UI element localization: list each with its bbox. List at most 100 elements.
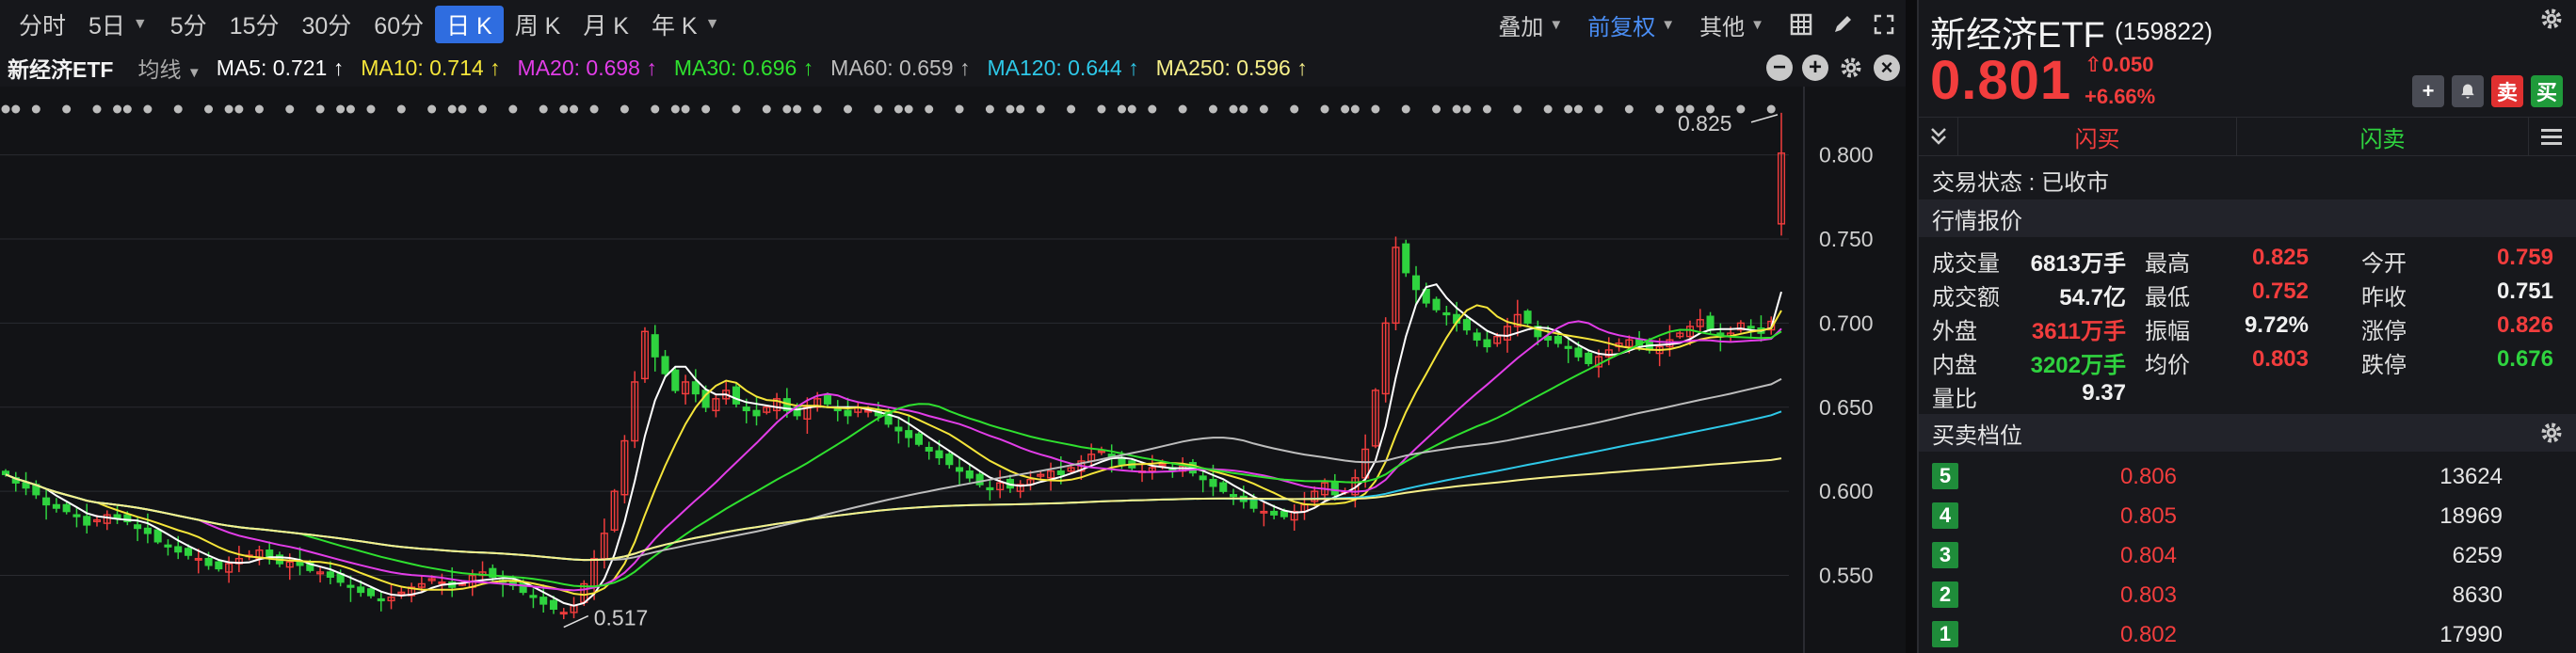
candle-body bbox=[965, 470, 974, 479]
settings-gear-icon[interactable] bbox=[1838, 55, 1864, 81]
chart-controls: − + × bbox=[1766, 49, 1900, 87]
add-watchlist-button[interactable]: + bbox=[2412, 75, 2444, 107]
orderbook-row[interactable]: 4 0.805 18969 bbox=[1919, 495, 2576, 534]
adjust-dropdown[interactable]: 前复权 ▼ bbox=[1578, 8, 1684, 41]
period-tab[interactable]: 30分 bbox=[290, 6, 362, 43]
panel-splitter[interactable] bbox=[1906, 0, 1917, 653]
event-dot bbox=[143, 104, 153, 114]
candle-body bbox=[945, 454, 954, 466]
event-dot bbox=[234, 104, 244, 114]
period-tab[interactable]: 60分 bbox=[362, 6, 435, 43]
candle-body bbox=[326, 571, 334, 579]
period-tab[interactable]: 5日 ▼ bbox=[77, 6, 159, 43]
event-dot bbox=[782, 104, 792, 114]
zoom-in-icon[interactable]: + bbox=[1802, 55, 1828, 81]
event-dot bbox=[254, 104, 264, 114]
overlay-dropdown[interactable]: 叠加 ▼ bbox=[1489, 8, 1572, 41]
period-tab-label: 年 K bbox=[651, 13, 698, 40]
zoom-out-icon[interactable]: − bbox=[1766, 55, 1793, 81]
y-tick-label: 0.750 bbox=[1819, 227, 1874, 251]
event-dot bbox=[904, 104, 913, 114]
orderbook-row[interactable]: 5 0.806 13624 bbox=[1919, 455, 2576, 495]
ma-line-5 bbox=[5, 283, 1782, 607]
event-dot bbox=[1320, 104, 1329, 114]
candle-body bbox=[905, 430, 913, 438]
event-dot bbox=[478, 104, 488, 114]
orderbook-row[interactable]: 3 0.804 6259 bbox=[1919, 534, 2576, 574]
menu-icon[interactable] bbox=[2529, 118, 2574, 155]
flash-buy-button[interactable]: 闪买 bbox=[1958, 118, 2237, 155]
period-tab[interactable]: 日 K bbox=[435, 6, 504, 43]
event-dot bbox=[570, 104, 579, 114]
period-tab[interactable]: 15分 bbox=[218, 6, 291, 43]
ma-line-60 bbox=[5, 377, 1782, 562]
quote-label: 均价 bbox=[2145, 353, 2190, 378]
event-dot bbox=[1573, 104, 1583, 114]
event-dot bbox=[1148, 104, 1157, 114]
event-dot bbox=[559, 104, 569, 114]
settings-gear-icon[interactable] bbox=[2538, 420, 2565, 446]
alert-bell-icon[interactable] bbox=[2452, 75, 2484, 107]
period-tab[interactable]: 5分 bbox=[159, 6, 218, 43]
candle-body bbox=[1483, 339, 1491, 348]
candle-body bbox=[1554, 335, 1562, 344]
candle-body bbox=[1199, 475, 1207, 481]
quote-value: 9.37 bbox=[2082, 380, 2126, 406]
ma-value: MA250: 0.596 ↑ bbox=[1155, 55, 1308, 80]
close-icon[interactable]: × bbox=[1874, 55, 1900, 81]
event-dot bbox=[539, 104, 548, 114]
candle-body bbox=[357, 586, 365, 594]
candle-body bbox=[1330, 482, 1339, 496]
period-tab[interactable]: 月 K bbox=[572, 6, 640, 43]
flash-sell-button[interactable]: 闪卖 bbox=[2237, 118, 2529, 155]
y-tick-label: 0.550 bbox=[1819, 564, 1874, 588]
candle-body bbox=[925, 446, 933, 452]
quote-label: 成交量 bbox=[1932, 251, 2000, 277]
sell-button[interactable]: 卖 bbox=[2491, 75, 2523, 107]
section-orderbook: 买卖档位 bbox=[1919, 414, 2576, 452]
ma-value: MA5: 0.721 ↑ bbox=[216, 55, 345, 80]
candle-body bbox=[62, 503, 71, 513]
event-dot bbox=[1290, 104, 1299, 114]
ma-value: MA30: 0.696 ↑ bbox=[673, 55, 814, 80]
period-tab[interactable]: 分时 bbox=[8, 6, 77, 43]
orderbook-price: 0.803 bbox=[2119, 582, 2177, 608]
event-dot bbox=[844, 104, 853, 114]
event-dot bbox=[1117, 104, 1126, 114]
settings-gear-icon[interactable] bbox=[2538, 6, 2565, 32]
grid-layout-icon[interactable] bbox=[1787, 10, 1815, 39]
event-dot bbox=[1, 104, 10, 114]
ma-value: MA20: 0.698 ↑ bbox=[517, 55, 657, 80]
candle-body bbox=[549, 599, 558, 611]
candle-body bbox=[651, 334, 659, 358]
candle-body bbox=[1209, 478, 1217, 487]
period-tab[interactable]: 周 K bbox=[504, 6, 572, 43]
event-dot bbox=[589, 104, 599, 114]
line-type-dropdown[interactable]: 均线 ▼ bbox=[137, 52, 201, 84]
fullscreen-icon[interactable] bbox=[1870, 10, 1898, 39]
other-dropdown[interactable]: 其他 ▼ bbox=[1690, 8, 1774, 41]
period-tab-label: 分时 bbox=[19, 13, 67, 40]
event-dot bbox=[113, 104, 122, 114]
period-tab-label: 30分 bbox=[301, 13, 352, 40]
chevron-down-icon: ▼ bbox=[1661, 16, 1676, 33]
draw-pen-icon[interactable] bbox=[1828, 10, 1857, 39]
quote-label: 最低 bbox=[2145, 285, 2190, 311]
line-type-label: 均线 bbox=[137, 57, 182, 82]
orderbook-row[interactable]: 2 0.803 8630 bbox=[1919, 574, 2576, 613]
event-dot bbox=[92, 104, 102, 114]
event-dot bbox=[1371, 104, 1380, 114]
candle-body bbox=[1, 470, 10, 475]
orderbook-volume: 18969 bbox=[2439, 503, 2503, 529]
kline-chart[interactable]: 0.800 0.750 0.700 0.650 0.600 0.550 0.825 0.517 bbox=[0, 87, 1906, 653]
buy-button[interactable]: 买 bbox=[2531, 75, 2563, 107]
collapse-icon[interactable] bbox=[1919, 118, 1958, 155]
event-dot bbox=[315, 104, 325, 114]
candle-body bbox=[956, 467, 964, 472]
period-tab[interactable]: 年 K ▼ bbox=[640, 6, 731, 43]
event-dot bbox=[1482, 104, 1491, 114]
event-dot bbox=[396, 104, 406, 114]
event-dot bbox=[701, 104, 711, 114]
security-code: (159822) bbox=[2115, 17, 2214, 45]
orderbook-row[interactable]: 1 0.802 17990 bbox=[1919, 613, 2576, 653]
